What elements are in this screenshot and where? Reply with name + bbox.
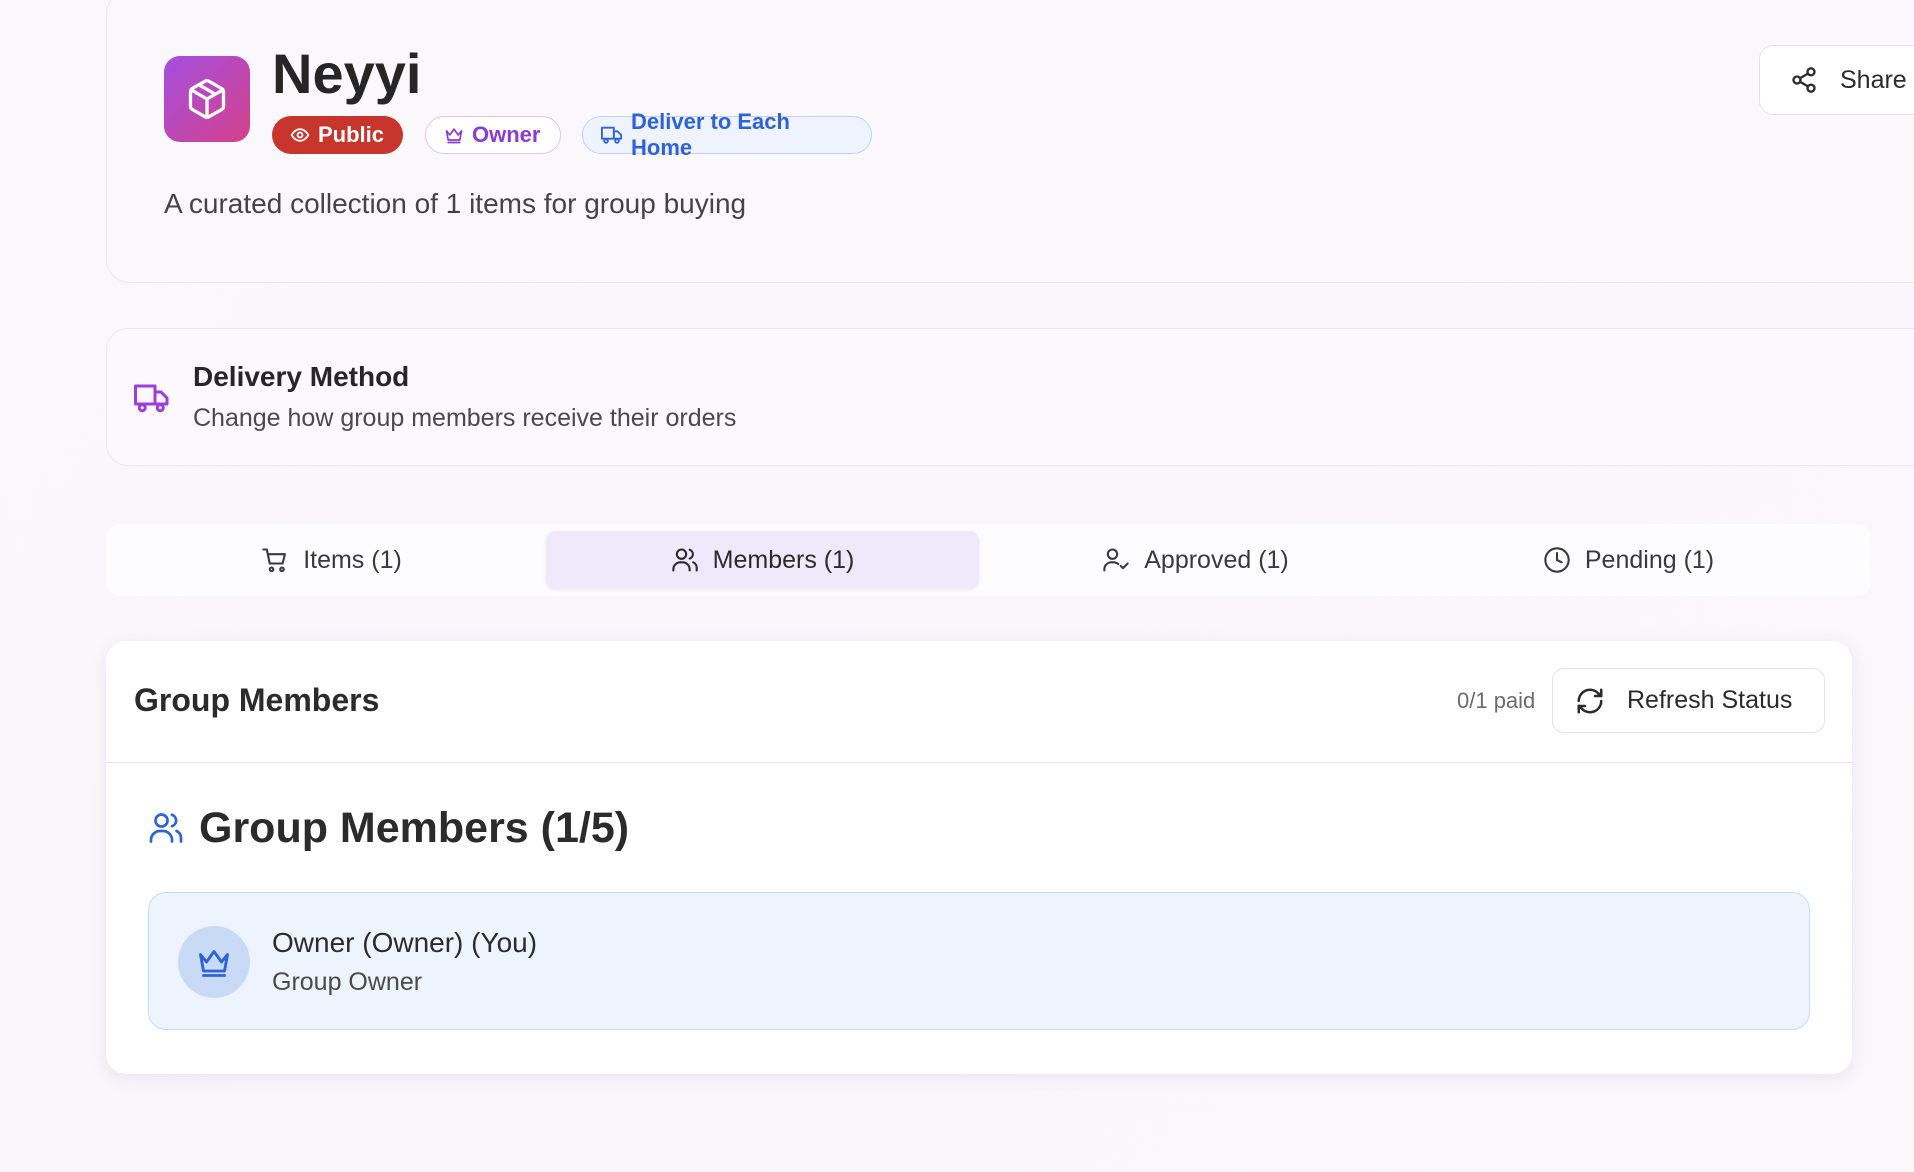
truck-icon xyxy=(601,124,623,146)
clock-icon xyxy=(1543,546,1571,574)
eye-icon xyxy=(290,125,310,145)
package-icon xyxy=(185,77,229,121)
role-badge-label: Owner xyxy=(472,122,541,147)
delivery-method-subtitle: Change how group members receive their o… xyxy=(193,404,737,432)
member-role: Group Owner xyxy=(272,968,423,996)
avatar xyxy=(178,926,250,998)
members-count-heading: Group Members (1/5) xyxy=(199,804,630,852)
refresh-icon xyxy=(1575,686,1605,716)
share-icon xyxy=(1790,66,1818,94)
share-button-label: Share xyxy=(1840,65,1907,94)
tab-approved-label: Approved (1) xyxy=(1144,545,1289,574)
crown-icon xyxy=(196,944,232,980)
tab-members[interactable]: Members (1) xyxy=(546,531,979,589)
tab-pending[interactable]: Pending (1) xyxy=(1412,531,1845,589)
users-icon xyxy=(148,810,184,846)
list-item[interactable] xyxy=(148,892,1810,1030)
group-title: Neyyi xyxy=(272,42,422,105)
tab-approved[interactable]: Approved (1) xyxy=(979,531,1412,589)
truck-icon xyxy=(134,380,170,416)
group-description: A curated collection of 1 items for grou… xyxy=(164,188,747,219)
delivery-method-title: Delivery Method xyxy=(193,361,410,392)
visibility-badge: Public xyxy=(272,116,403,154)
refresh-status-button[interactable]: Refresh Status xyxy=(1552,668,1825,733)
tab-items[interactable]: Items (1) xyxy=(115,531,548,589)
tab-items-label: Items (1) xyxy=(303,545,402,574)
delivery-badge-label: Deliver to Each Home xyxy=(631,109,790,160)
members-card-title: Group Members xyxy=(134,682,380,718)
divider xyxy=(106,762,1852,763)
paid-status: 0/1 paid xyxy=(1457,688,1536,713)
role-badge: Owner xyxy=(425,116,561,154)
users-icon xyxy=(671,546,699,574)
cart-icon xyxy=(261,546,289,574)
tab-members-label: Members (1) xyxy=(712,545,855,574)
group-logo xyxy=(164,56,250,142)
refresh-button-label: Refresh Status xyxy=(1627,686,1793,714)
user-check-icon xyxy=(1102,546,1130,574)
member-name: Owner (Owner) (You) xyxy=(272,927,538,958)
delivery-method-card[interactable] xyxy=(106,328,1914,466)
crown-icon xyxy=(444,125,464,145)
delivery-badge: Deliver to Each Home xyxy=(582,109,872,160)
visibility-badge-label: Public xyxy=(318,122,385,147)
share-button[interactable]: Share xyxy=(1759,45,1914,115)
tab-pending-label: Pending (1) xyxy=(1584,545,1715,574)
